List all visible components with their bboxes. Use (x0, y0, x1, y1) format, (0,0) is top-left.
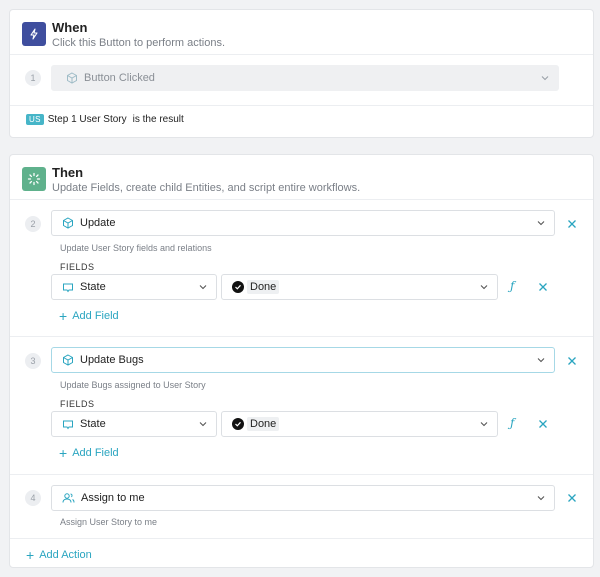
formula-icon[interactable]: ƒ (510, 416, 514, 430)
remove-field-button[interactable] (535, 279, 551, 295)
then-card: Then Update Fields, create child Entitie… (9, 154, 594, 568)
add-field-label: Add Field (72, 310, 119, 322)
divider (10, 199, 593, 200)
add-action-label: Add Action (39, 549, 92, 561)
when-title: When (52, 20, 88, 35)
chevron-down-icon (537, 496, 545, 501)
divider (10, 474, 593, 475)
field-name-select[interactable]: State (51, 411, 217, 437)
cube-icon (63, 354, 73, 366)
action-description: Assign User Story to me (60, 517, 158, 527)
result-entity[interactable]: Step 1 User Story (48, 114, 127, 125)
close-icon (568, 220, 576, 228)
then-subtitle: Update Fields, create child Entities, an… (52, 182, 361, 194)
step-number: 2 (25, 216, 41, 232)
action-select-assign[interactable]: Assign to me (51, 485, 555, 511)
cube-icon (67, 72, 77, 84)
field-name: State (80, 281, 106, 293)
spinner-icon (27, 172, 41, 186)
plus-icon: + (59, 307, 68, 324)
plus-icon: + (59, 444, 68, 461)
add-field-label: Add Field (72, 447, 119, 459)
field-value-select[interactable]: Done (221, 411, 498, 437)
then-title: Then (52, 165, 84, 180)
state-icon (63, 283, 73, 293)
action-description: Update User Story fields and relations (60, 243, 212, 253)
chevron-down-icon (537, 221, 545, 226)
check-circle-icon (232, 418, 244, 430)
chevron-down-icon (199, 422, 207, 427)
action-label: Update (80, 217, 116, 229)
close-icon (568, 494, 576, 502)
divider (10, 54, 593, 55)
field-value: Done (247, 417, 280, 431)
add-action-button[interactable]: + Add Action (26, 546, 92, 563)
cube-icon (63, 217, 73, 229)
action-select-update[interactable]: Update (51, 210, 555, 236)
close-icon (539, 283, 547, 291)
step-number: 3 (25, 353, 41, 369)
check-circle-icon (232, 281, 244, 293)
remove-field-button[interactable] (535, 416, 551, 432)
field-name: State (80, 418, 106, 430)
step-number: 4 (25, 490, 41, 506)
field-name-select[interactable]: State (51, 274, 217, 300)
when-card: When Click this Button to perform action… (9, 9, 594, 138)
action-description: Update Bugs assigned to User Story (60, 380, 206, 390)
field-value-select[interactable]: Done (221, 274, 498, 300)
then-badge (22, 167, 46, 191)
chevron-down-icon (480, 285, 488, 290)
users-icon (62, 493, 75, 503)
formula-icon[interactable]: ƒ (510, 279, 514, 293)
action-label: Update Bugs (80, 354, 144, 366)
chevron-down-icon (480, 422, 488, 427)
trigger-select[interactable]: Button Clicked (51, 65, 559, 91)
trigger-label: Button Clicked (84, 72, 155, 84)
divider (10, 336, 593, 337)
fields-heading: FIELDS (60, 262, 95, 272)
remove-action-button[interactable] (564, 353, 580, 369)
result-suffix: is the result (132, 114, 184, 125)
add-field-button[interactable]: + Add Field (59, 307, 119, 324)
chevron-down-icon (541, 76, 549, 81)
action-label: Assign to me (81, 492, 145, 504)
close-icon (568, 357, 576, 365)
remove-action-button[interactable] (564, 490, 580, 506)
when-subtitle: Click this Button to perform actions. (52, 37, 226, 49)
action-select-update-bugs[interactable]: Update Bugs (51, 347, 555, 373)
field-value: Done (247, 280, 280, 294)
divider (10, 538, 593, 539)
entity-type-badge: US (26, 114, 44, 125)
step-number: 1 (25, 70, 41, 86)
lightning-icon (30, 28, 38, 40)
divider (10, 105, 593, 106)
plus-icon: + (26, 546, 35, 563)
when-badge (22, 22, 46, 46)
add-field-button[interactable]: + Add Field (59, 444, 119, 461)
state-icon (63, 420, 73, 430)
remove-action-button[interactable] (564, 216, 580, 232)
close-icon (539, 420, 547, 428)
chevron-down-icon (199, 285, 207, 290)
chevron-down-icon (537, 358, 545, 363)
result-line: US Step 1 User Story is the result (26, 114, 184, 125)
fields-heading: FIELDS (60, 399, 95, 409)
